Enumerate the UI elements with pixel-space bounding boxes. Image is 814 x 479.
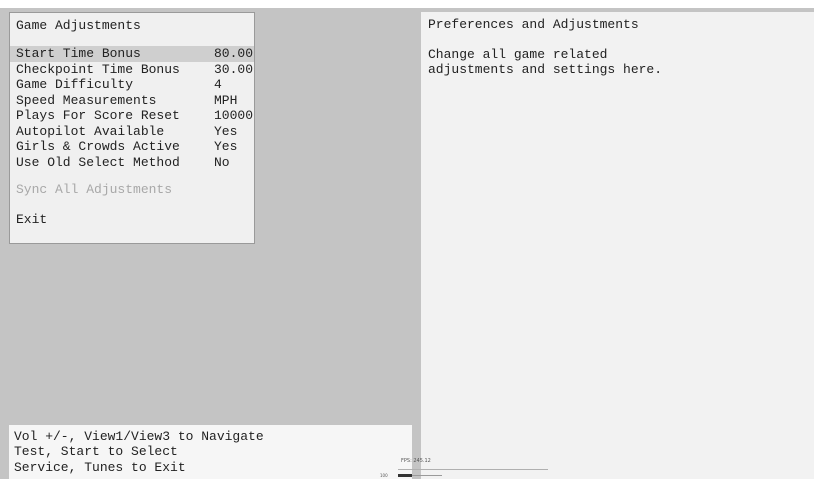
menu-item-start-time-bonus[interactable]: Start Time Bonus 80.00 <box>10 46 254 62</box>
menu-item-value: 30.00 <box>214 61 254 77</box>
menu-item-use-old-select-method[interactable]: Use Old Select Method No <box>10 155 254 171</box>
menu-item-value: No <box>214 154 230 170</box>
description-line-2: adjustments and settings here. <box>428 62 663 77</box>
preferences-title: Preferences and Adjustments <box>428 17 639 32</box>
menu-item-label: Start Time Bonus <box>16 46 141 61</box>
menu-item-value: Yes <box>214 139 238 154</box>
help-line-select: Test, Start to Select <box>14 444 178 459</box>
menu-item-value: MPH <box>214 92 238 108</box>
sync-all-adjustments-item: Sync All Adjustments <box>16 182 173 197</box>
fps-track <box>398 469 548 470</box>
description-line-1: Change all game related <box>428 47 608 62</box>
menu-item-label: Checkpoint Time Bonus <box>16 61 180 77</box>
fps-line <box>412 475 442 476</box>
adjustments-menu: Start Time Bonus 80.00 Checkpoint Time B… <box>10 46 254 170</box>
preferences-panel: Preferences and Adjustments Change all g… <box>421 12 814 479</box>
panel-title: Game Adjustments <box>16 18 141 33</box>
menu-item-label: Autopilot Available <box>16 123 165 139</box>
menu-item-label: Speed Measurements <box>16 92 157 108</box>
menu-item-speed-measurements[interactable]: Speed Measurements MPH <box>10 93 254 109</box>
menu-item-label: Plays For Score Reset <box>16 108 180 123</box>
top-strip <box>0 0 814 8</box>
menu-item-value: Yes <box>214 123 238 139</box>
menu-item-plays-for-score-reset[interactable]: Plays For Score Reset 10000 <box>10 108 254 124</box>
menu-item-value: 80.00 <box>214 46 254 61</box>
fps-counter: FPS: 245.12 <box>401 458 431 464</box>
menu-item-value: 10000 <box>214 108 254 123</box>
menu-item-value: 4 <box>214 77 222 92</box>
menu-item-girls-crowds-active[interactable]: Girls & Crowds Active Yes <box>10 139 254 155</box>
preferences-description: Change all game related adjustments and … <box>428 47 662 77</box>
fps-scale-label: 100 <box>380 473 388 478</box>
menu-item-label: Girls & Crowds Active <box>16 139 180 154</box>
menu-item-label: Use Old Select Method <box>16 154 180 170</box>
menu-item-label: Game Difficulty <box>16 77 134 92</box>
help-line-navigate: Vol +/-, View1/View3 to Navigate <box>14 429 264 444</box>
game-adjustments-panel: Game Adjustments Start Time Bonus 80.00 … <box>9 12 255 244</box>
exit-item[interactable]: Exit <box>16 212 47 227</box>
menu-item-checkpoint-time-bonus[interactable]: Checkpoint Time Bonus 30.00 <box>10 62 254 78</box>
menu-item-game-difficulty[interactable]: Game Difficulty 4 <box>10 77 254 93</box>
menu-item-autopilot-available[interactable]: Autopilot Available Yes <box>10 124 254 140</box>
help-line-exit: Service, Tunes to Exit <box>14 460 186 475</box>
help-box: Vol +/-, View1/View3 to Navigate Test, S… <box>9 425 412 479</box>
fps-bar <box>398 474 412 477</box>
